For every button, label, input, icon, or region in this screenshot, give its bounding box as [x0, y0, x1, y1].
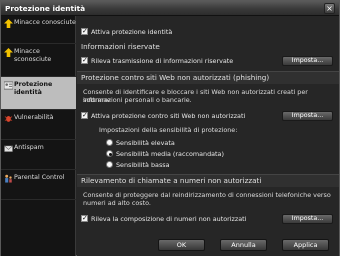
sidebar-item-label: Vulnerabilità	[14, 114, 54, 121]
section-title-dialer: Rilevamento di chiamate a numeri non aut…	[81, 176, 262, 185]
sidebar-item-antispam[interactable]: Antispam	[1, 140, 76, 170]
dialog-footer: OK Annulla Applica	[77, 235, 339, 256]
checkbox-label: Attiva protezione identità	[91, 28, 173, 36]
up-arrow-icon	[4, 48, 13, 57]
radio-label: Sensibilità bassa	[116, 161, 170, 169]
radio-label: Sensibilità elevata	[116, 139, 175, 147]
checkbox-label: Attiva protezione contro siti Web non au…	[91, 112, 246, 120]
sensitivity-label: Impostazioni della sensibilità di protez…	[99, 126, 238, 134]
sidebar-item-label: Minacce	[14, 48, 40, 55]
configure-phishing-button[interactable]: Imposta...	[282, 111, 333, 121]
checkbox-label: Rileva la composizione di numeri non aut…	[91, 215, 247, 223]
configure-confidential-button[interactable]: Imposta...	[282, 56, 333, 66]
sidebar-item-vulnerability[interactable]: Vulnerabilità	[1, 110, 76, 140]
title-bar: Protezione identità ×	[1, 1, 339, 16]
window-title: Protezione identità	[5, 4, 86, 13]
sensitivity-medium-radio[interactable]	[106, 150, 113, 157]
sidebar-item-label: Minacce conosciute	[14, 19, 76, 26]
sidebar-item-unknown-threats[interactable]: Minacce sconosciute	[1, 44, 76, 77]
sidebar-item-label: Antispam	[14, 144, 44, 151]
apply-button[interactable]: Applica	[282, 239, 329, 251]
identity-card-icon	[4, 81, 13, 90]
configure-dialer-button[interactable]: Imposta...	[282, 214, 333, 224]
checkbox-checked[interactable]	[81, 111, 88, 119]
sidebar-item-label: Parental Control	[14, 174, 65, 181]
sidebar-item-known-threats[interactable]: Minacce conosciute	[1, 16, 76, 44]
settings-window: Protezione identità × Minacce conosciute…	[0, 0, 340, 256]
dialer-description: numeri ad alto costo.	[83, 199, 151, 207]
radio-label: Sensibilità media (raccomandata)	[116, 150, 224, 158]
main-panel: Attiva protezione identità Informazioni …	[77, 16, 339, 256]
mail-icon	[4, 145, 13, 152]
sidebar-item-parental-control[interactable]: Parental Control	[1, 170, 76, 200]
section-title-confidential: Informazioni riservate	[81, 42, 160, 51]
sidebar-item-label: sconosciute	[14, 56, 52, 63]
sidebar-item-identity-protection[interactable]: Protezione identità	[1, 77, 76, 110]
sidebar-item-label: identità	[14, 89, 42, 96]
ok-button[interactable]: OK	[158, 239, 205, 251]
section-title-phishing: Protezione contro siti Web non autorizza…	[81, 73, 270, 82]
sidebar: Minacce conosciute Minacce sconosciute P…	[1, 16, 76, 256]
checkbox-checked[interactable]	[81, 27, 88, 35]
phishing-description: informazioni personali o bancarie.	[83, 96, 192, 104]
checkbox-label: Rileva trasmissione di informazioni rise…	[91, 57, 234, 65]
checkbox-checked[interactable]	[81, 214, 88, 222]
close-button[interactable]: ×	[324, 3, 335, 14]
up-arrow-icon	[4, 19, 13, 28]
checkbox-checked[interactable]	[81, 56, 88, 64]
cancel-button[interactable]: Annulla	[220, 239, 267, 251]
bug-icon	[4, 115, 13, 122]
sensitivity-high-radio[interactable]	[106, 139, 113, 146]
family-icon	[5, 174, 12, 183]
sidebar-item-label: Protezione	[14, 81, 53, 88]
sensitivity-low-radio[interactable]	[106, 161, 113, 168]
